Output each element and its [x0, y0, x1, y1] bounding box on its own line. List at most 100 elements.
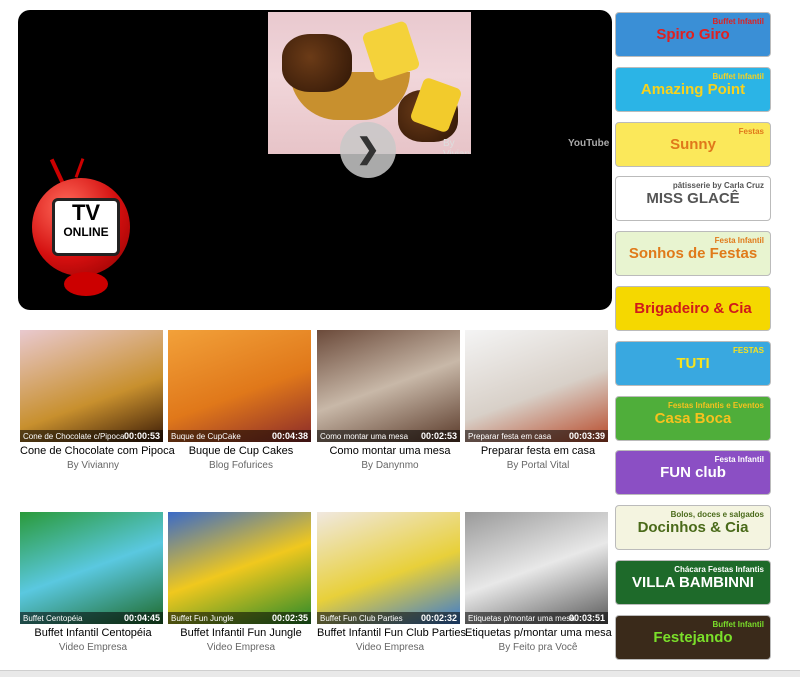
video-title[interactable]: Buffet Infantil Centopéia — [20, 627, 166, 639]
video-thumbnail[interactable]: Cone de Chocolate c/Pipoca 00:00:53 — [20, 330, 163, 442]
sponsor-banner[interactable]: Spiro Giro Buffet Infantil — [615, 12, 771, 57]
video-thumbnail[interactable]: Buque de CupCake 00:04:38 — [168, 330, 311, 442]
sponsor-banner[interactable]: Casa Boca Festas Infantis e Eventos — [615, 395, 771, 441]
sponsor-banner[interactable]: Festejando Buffet Infantil — [615, 614, 771, 660]
sponsor-name: Sonhos de Festas — [628, 245, 758, 263]
video-caption: Buffet Fun Club Parties — [320, 614, 403, 623]
tv-screen: TV ONLINE — [52, 198, 120, 256]
sponsor-banner[interactable]: Docinhos & Cia Bolos, doces e salgados — [615, 505, 771, 551]
video-caption-bar: Cone de Chocolate c/Pipoca 00:00:53 — [20, 430, 163, 442]
video-thumbnail[interactable]: Como montar uma mesa 00:02:53 — [317, 330, 460, 442]
video-caption: Buque de CupCake — [171, 432, 241, 441]
video-thumbnail[interactable]: Buffet Fun Jungle 00:02:35 — [168, 512, 311, 624]
tv-antenna-icon — [74, 158, 85, 178]
sponsor-subtitle: Festa Infantil — [714, 236, 764, 246]
sponsor-subtitle: Buffet Infantil — [712, 619, 764, 629]
tv-logo-text: TV — [71, 200, 101, 225]
next-video-button[interactable]: ❯ — [340, 122, 396, 178]
sponsor-name: Amazing Point — [640, 80, 746, 98]
sponsor-banner[interactable]: MISS GLACÊ pâtisserie by Carla Cruz — [615, 176, 771, 222]
sponsor-subtitle: Chácara Festas Infantis — [674, 565, 764, 574]
video-card[interactable]: Preparar festa em casa 00:03:39 Preparar f… — [465, 330, 611, 471]
sponsor-name: Casa Boca — [654, 409, 732, 427]
sponsor-banner[interactable]: Sonhos de Festas Festa Infantil — [615, 231, 771, 277]
video-author: By Danynmo — [361, 460, 419, 471]
sponsor-name: Spiro Giro — [656, 26, 730, 43]
video-author: Blog Fofurices — [209, 460, 273, 471]
video-duration: 00:04:45 — [123, 613, 160, 623]
thumbnail-chocolate — [282, 34, 352, 92]
video-card[interactable]: Buffet Fun Jungle 00:02:35 Buffet Infantil… — [168, 512, 314, 653]
sponsor-name: Docinhos & Cia — [637, 519, 749, 537]
video-author: By Feito pra Você — [498, 642, 578, 653]
tv-online-logo: TV ONLINE — [28, 158, 138, 308]
video-title[interactable]: Como montar uma mesa — [317, 445, 463, 457]
video-card[interactable]: Buffet Fun Club Parties 00:02:32 Buffet In… — [317, 512, 466, 653]
sponsor-banner[interactable]: FUN club Festa Infantil — [615, 450, 771, 496]
video-caption: Etiquetas p/montar uma mesa — [468, 614, 575, 623]
sponsor-name: MISS GLACÊ — [646, 190, 740, 208]
sponsor-subtitle: Buffet Infantil — [712, 71, 764, 81]
sponsor-name: Festejando — [653, 628, 733, 646]
sponsor-name: TUTI — [676, 354, 710, 372]
video-duration: 00:03:51 — [568, 613, 605, 623]
video-caption: Cone de Chocolate c/Pipoca — [23, 432, 125, 441]
video-duration: 00:04:38 — [271, 431, 308, 441]
sponsor-subtitle: Bolos, doces e salgados — [670, 510, 764, 520]
player-byline: By Vivianny — [443, 138, 471, 154]
video-caption: Buffet Fun Jungle — [171, 614, 234, 623]
video-caption-bar: Preparar festa em casa 00:03:39 — [465, 430, 608, 442]
video-title[interactable]: Preparar festa em casa — [465, 445, 611, 457]
video-duration: 00:00:53 — [123, 431, 160, 441]
video-thumbnail[interactable]: Buffet Centopéia 00:04:45 — [20, 512, 163, 624]
sponsor-name: Brigadeiro & Cia — [634, 300, 752, 317]
video-author: By Portal Vital — [506, 460, 570, 471]
video-title[interactable]: Buffet Infantil Fun Club Parties — [317, 627, 466, 639]
video-caption-bar: Etiquetas p/montar uma mesa 00:03:51 — [465, 612, 608, 624]
video-caption-bar: Como montar uma mesa 00:02:53 — [317, 430, 460, 442]
video-caption: Buffet Centopéia — [23, 614, 83, 623]
video-thumbnail[interactable]: Preparar festa em casa 00:03:39 — [465, 330, 608, 442]
sponsor-banner[interactable]: VILLA BAMBINNI Chácara Festas Infantis — [615, 560, 771, 605]
video-caption: Como montar uma mesa — [320, 432, 409, 441]
sponsor-name: FUN club — [660, 464, 726, 482]
sponsor-subtitle: Buffet Infantil — [712, 17, 764, 26]
video-player[interactable]: By Vivianny ❯ YouTube TV ONLINE — [18, 10, 612, 310]
sponsor-banner[interactable]: Brigadeiro & Cia — [615, 286, 771, 331]
video-caption: Preparar festa em casa — [468, 432, 552, 441]
sponsor-subtitle: Festas Infantis e Eventos — [667, 400, 764, 410]
video-caption-bar: Buque de CupCake 00:04:38 — [168, 430, 311, 442]
video-duration: 00:02:35 — [271, 613, 308, 623]
sponsor-name: Sunny — [670, 135, 716, 153]
video-thumbnail[interactable]: Etiquetas p/montar uma mesa 00:03:51 — [465, 512, 608, 624]
sponsor-banner[interactable]: Sunny Festas — [615, 121, 771, 167]
video-title[interactable]: Buffet Infantil Fun Jungle — [168, 627, 314, 639]
video-title[interactable]: Buque de Cup Cakes — [168, 445, 314, 457]
video-title[interactable]: Etiquetas p/montar uma mesa — [465, 627, 612, 639]
video-caption-bar: Buffet Fun Club Parties 00:02:32 — [317, 612, 460, 624]
video-thumbnail[interactable]: Buffet Fun Club Parties 00:02:32 — [317, 512, 460, 624]
video-duration: 00:02:53 — [420, 431, 457, 441]
video-caption-bar: Buffet Fun Jungle 00:02:35 — [168, 612, 311, 624]
video-duration: 00:02:32 — [420, 613, 457, 623]
video-title[interactable]: Cone de Chocolate com Pipoca — [20, 445, 175, 457]
sponsor-name: VILLA BAMBINNI — [632, 574, 754, 591]
video-card[interactable]: Buffet Centopéia 00:04:45 Buffet Infantil … — [20, 512, 166, 653]
youtube-logo[interactable]: YouTube — [568, 138, 609, 149]
sponsor-subtitle: FESTAS — [733, 345, 764, 355]
sponsor-banner[interactable]: Amazing Point Buffet Infantil — [615, 66, 771, 112]
tv-stand-icon — [64, 272, 108, 296]
video-card[interactable]: Cone de Chocolate c/Pipoca 00:00:53 Cone d… — [20, 330, 175, 471]
video-card[interactable]: Etiquetas p/montar uma mesa 00:03:51 Etiqu… — [465, 512, 612, 653]
video-author: Video Empresa — [58, 642, 128, 653]
video-author: Video Empresa — [206, 642, 276, 653]
sponsor-subtitle: pâtisserie by Carla Cruz — [672, 181, 764, 191]
video-card[interactable]: Como montar uma mesa 00:02:53 Como montar … — [317, 330, 463, 471]
video-card[interactable]: Buque de CupCake 00:04:38 Buque de Cup Cak… — [168, 330, 314, 471]
video-author: By Vivianny — [66, 460, 120, 471]
sponsor-subtitle: Festa Infantil — [714, 455, 764, 465]
sponsor-banner[interactable]: TUTI FESTAS — [615, 340, 771, 386]
tv-logo-text: ONLINE — [63, 225, 109, 239]
video-caption-bar: Buffet Centopéia 00:04:45 — [20, 612, 163, 624]
video-duration: 00:03:39 — [568, 431, 605, 441]
